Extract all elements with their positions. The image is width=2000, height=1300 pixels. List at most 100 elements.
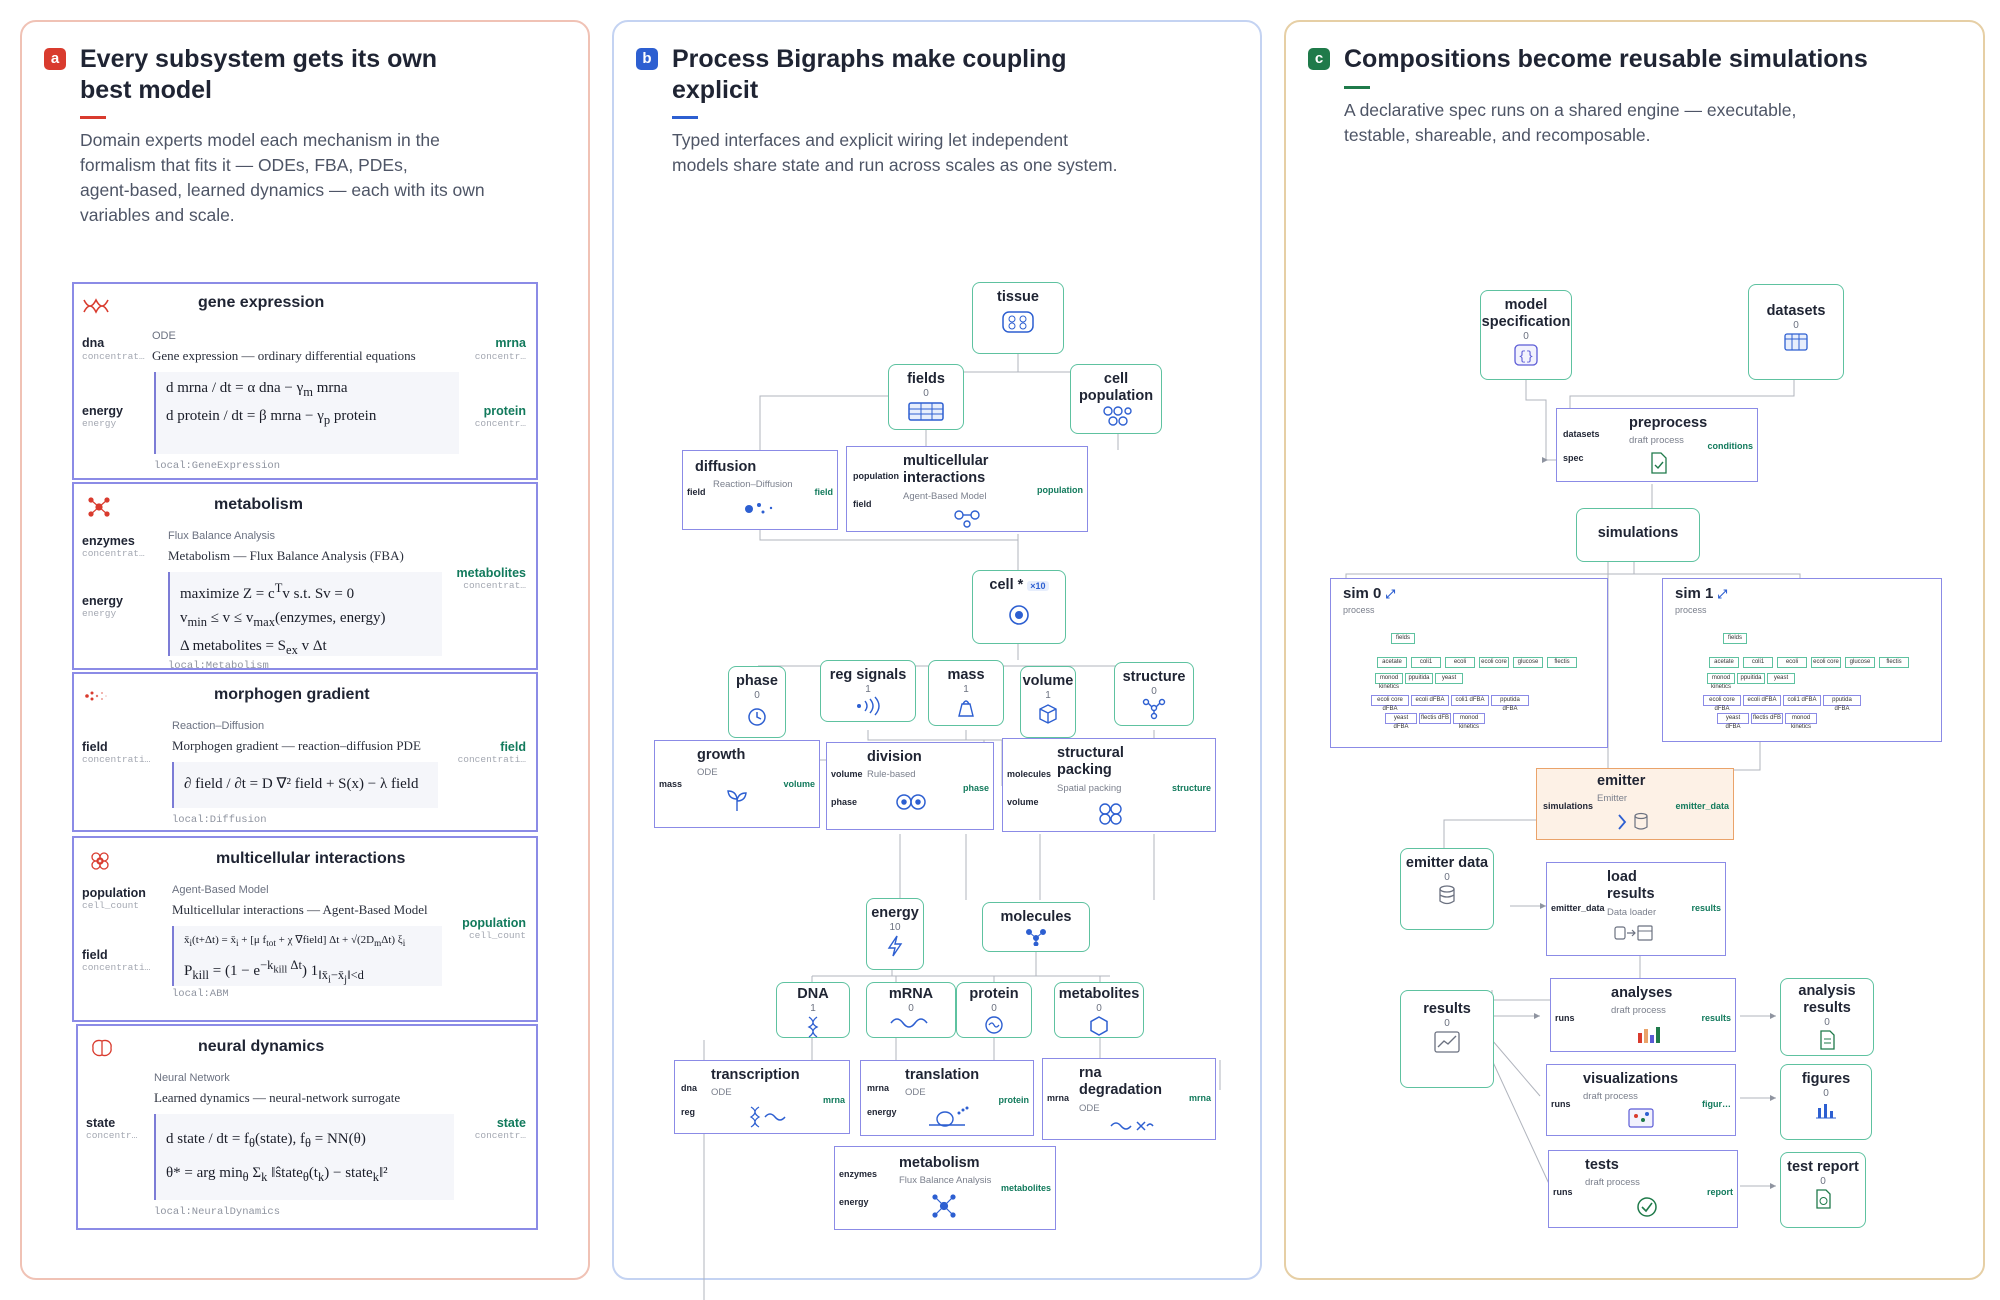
store-test-report[interactable]: test report 0 <box>1780 1152 1866 1228</box>
input-port: datasets <box>1563 429 1600 439</box>
mini-store: yeast <box>1767 673 1795 684</box>
mini-store: yeast <box>1435 673 1463 684</box>
store-label: analysis results <box>1798 983 1856 1016</box>
mini-process: ecoli dFBA <box>1411 695 1449 706</box>
mini-process: pputida dFBA <box>1491 695 1529 712</box>
store-count: 0 <box>1444 872 1450 883</box>
process-label: load results <box>1607 869 1655 902</box>
mini-store: ecoli <box>1777 657 1807 668</box>
store-label: model specification <box>1481 297 1571 330</box>
mini-process: ecoli core dFBA <box>1703 695 1741 712</box>
braces-icon: {} <box>1514 344 1538 366</box>
output-port: report <box>1706 1187 1733 1197</box>
mini-process: flectis dFB <box>1419 713 1451 724</box>
analysis-chart-icon <box>1638 1027 1660 1043</box>
store-label: results <box>1423 1001 1471 1017</box>
store-count: 0 <box>1444 1018 1450 1029</box>
store-label: emitter data <box>1405 855 1489 871</box>
process-type: draft process <box>1611 1005 1666 1016</box>
mini-store: acetate <box>1709 657 1739 668</box>
store-results[interactable]: results 0 <box>1400 990 1494 1088</box>
store-emitter-data[interactable]: emitter data 0 <box>1400 848 1494 930</box>
mini-store: fields <box>1723 633 1747 644</box>
process-type: Data loader <box>1607 907 1657 918</box>
store-model-specification[interactable]: model specification 0 {} <box>1480 290 1572 380</box>
svg-text:{}: {} <box>1518 349 1534 364</box>
process-sim-1[interactable]: sim 1 ⤢ process fields acetate coli1 ecoli e… <box>1662 578 1942 742</box>
output-port: emitter_data <box>1675 801 1729 811</box>
mini-process: ecoli core dFBA <box>1371 695 1409 712</box>
mini-process: monod kinetics <box>1453 713 1485 730</box>
process-sim-0[interactable]: sim 0 ⤢ process fields acetate coli1 ecoli e… <box>1330 578 1608 748</box>
process-type: draft process <box>1629 435 1684 446</box>
input-port: runs <box>1555 1013 1575 1023</box>
file-check-icon <box>1651 452 1667 474</box>
store-count: 0 <box>1823 1088 1829 1099</box>
visualization-icon <box>1628 1108 1654 1128</box>
store-count: 0 <box>1793 320 1799 331</box>
output-port: conditions <box>1707 441 1754 451</box>
mini-store: ecoli <box>1445 657 1475 668</box>
store-figures[interactable]: figures 0 <box>1780 1064 1872 1140</box>
store-datasets[interactable]: datasets 0 <box>1748 284 1844 380</box>
store-count: 0 <box>1820 1176 1826 1187</box>
process-analyses[interactable]: analyses draft process runs results <box>1550 978 1736 1052</box>
mini-process: ecoli dFBA <box>1743 695 1781 706</box>
output-port: figur… <box>1702 1099 1731 1109</box>
mini-graph: fields acetate coli1 ecoli ecoli core glucose… <box>1703 633 1923 743</box>
mini-process: coli1 dFBA <box>1783 695 1821 706</box>
mini-process: pputida dFBA <box>1823 695 1861 712</box>
mini-process: yeast dFBA <box>1717 713 1749 730</box>
store-label: simulations <box>1597 525 1679 541</box>
store-simulations[interactable]: simulations <box>1576 508 1700 562</box>
mini-process: coli1 dFBA <box>1451 695 1489 706</box>
mini-store: ppuitida <box>1737 673 1765 684</box>
mini-store: flectis <box>1547 657 1577 668</box>
process-preprocess[interactable]: preprocess draft process datasets spec c… <box>1556 408 1758 482</box>
input-port: simulations <box>1543 801 1594 811</box>
process-type: process <box>1675 605 1707 615</box>
input-port: emitter_data <box>1551 903 1605 913</box>
process-tests[interactable]: tests draft process runs report <box>1548 1150 1738 1228</box>
process-label: sim 1 ⤢ <box>1675 585 1728 602</box>
input-port: runs <box>1553 1187 1573 1197</box>
process-visualizations[interactable]: visualizations draft process runs figur… <box>1546 1064 1736 1136</box>
store-count: 0 <box>1824 1017 1830 1028</box>
process-emitter[interactable]: emitter Emitter simulations emitter_data <box>1536 768 1734 840</box>
store-label: figures <box>1801 1071 1851 1087</box>
output-port: results <box>1691 903 1721 913</box>
mini-store: flectis <box>1879 657 1909 668</box>
report-icon <box>1816 1189 1831 1209</box>
process-label: preprocess <box>1629 415 1708 431</box>
process-type: Emitter <box>1597 793 1628 804</box>
process-type: draft process <box>1585 1177 1640 1188</box>
document-icon <box>1820 1030 1835 1050</box>
mini-store: glucose <box>1513 657 1543 668</box>
process-label: analyses <box>1611 985 1673 1001</box>
mini-store: ecoli core <box>1479 657 1509 668</box>
mini-store: fields <box>1391 633 1415 644</box>
process-type: process <box>1343 605 1375 615</box>
mini-store: glucose <box>1845 657 1875 668</box>
process-label: emitter <box>1597 773 1646 789</box>
expand-icon[interactable]: ⤢ <box>1718 587 1728 601</box>
store-label: datasets <box>1766 303 1826 319</box>
output-port: results <box>1701 1013 1731 1023</box>
input-port: spec <box>1563 453 1584 463</box>
store-count: 0 <box>1523 331 1529 342</box>
mini-process: flectis dFB <box>1751 713 1783 724</box>
mini-process: yeast dFBA <box>1385 713 1417 730</box>
process-load-results[interactable]: load results Data loader emitter_data re… <box>1546 862 1726 956</box>
mini-store: acetate <box>1377 657 1407 668</box>
load-icon <box>1614 925 1653 941</box>
mini-store: monod kinetics <box>1707 673 1735 690</box>
store-analysis-results[interactable]: analysis results 0 <box>1780 978 1874 1056</box>
mini-process: monod kinetics <box>1785 713 1817 730</box>
mini-store: monod kinetics <box>1375 673 1403 690</box>
mini-graph: fields acetate coli1 ecoli ecoli core glucose… <box>1371 633 1591 743</box>
expand-icon[interactable]: ⤢ <box>1386 587 1396 601</box>
process-type: draft process <box>1583 1091 1638 1102</box>
table-icon <box>1784 333 1808 351</box>
mini-store: coli1 <box>1743 657 1773 668</box>
mini-store: coli1 <box>1411 657 1441 668</box>
